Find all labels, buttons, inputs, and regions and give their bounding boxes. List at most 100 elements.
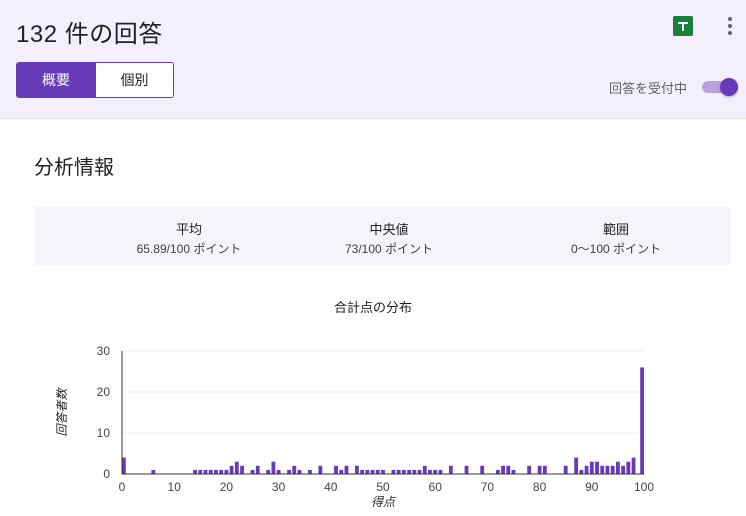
chart-bar xyxy=(600,465,605,474)
stat-average: 平均 65.89/100 ポイント xyxy=(89,219,289,257)
chart-bar xyxy=(589,461,594,474)
chart-bar xyxy=(595,461,599,474)
chart-bar xyxy=(621,465,626,474)
chart-bar xyxy=(438,469,443,474)
y-tick-label: 30 xyxy=(97,344,111,358)
chart-bar xyxy=(631,457,636,474)
chart-bar xyxy=(297,469,302,474)
x-tick-label: 80 xyxy=(533,480,547,494)
chart-bar xyxy=(433,469,438,474)
chart-bar xyxy=(542,465,547,474)
chart-bar xyxy=(122,457,126,474)
chart-bar xyxy=(344,465,349,474)
chart-bar xyxy=(365,469,370,474)
stat-average-value: 65.89/100 ポイント xyxy=(136,242,242,256)
chart-bar xyxy=(151,469,156,474)
chart-bar xyxy=(506,465,511,474)
insights-title: 分析情報 xyxy=(34,157,114,179)
chart-bar xyxy=(422,465,427,474)
chart-bar xyxy=(360,469,365,474)
chart-bar xyxy=(266,469,271,474)
chart-bar xyxy=(417,469,422,474)
chart-bar xyxy=(401,469,406,474)
stats-panel: 平均 65.89/100 ポイント 中央値 73/100 ポイント 範囲 0〜1… xyxy=(34,207,731,265)
chart-bar xyxy=(198,469,203,474)
google-sheets-icon[interactable] xyxy=(673,16,693,36)
chart-bar xyxy=(501,465,505,474)
stat-median-value: 73/100 ポイント xyxy=(344,242,434,256)
chart-bar xyxy=(240,465,244,474)
stat-range: 範囲 0〜100 ポイント xyxy=(516,219,716,257)
chart-bar xyxy=(203,469,208,474)
chart-bar xyxy=(219,469,224,474)
chart-bar xyxy=(308,469,312,474)
chart-bar xyxy=(287,469,291,474)
chart-bar xyxy=(584,465,589,474)
chart-bar xyxy=(480,465,485,474)
chart-bar xyxy=(375,469,380,474)
x-tick-label: 40 xyxy=(324,480,338,494)
chart-bar xyxy=(640,367,644,474)
x-axis-title: 得点 xyxy=(371,495,397,509)
stat-median-label: 中央値 xyxy=(369,222,409,237)
stat-average-label: 平均 xyxy=(175,222,202,237)
x-tick-label: 10 xyxy=(168,480,182,494)
chart-bar xyxy=(318,465,323,474)
chart-bar xyxy=(334,465,338,474)
x-tick-label: 30 xyxy=(272,480,286,494)
chart-bar xyxy=(407,469,411,474)
stat-median: 中央値 73/100 ポイント xyxy=(289,219,489,257)
chart-bar xyxy=(214,469,218,474)
tab-summary[interactable]: 概要 xyxy=(17,63,95,97)
y-tick-label: 10 xyxy=(97,426,111,440)
chart-bar xyxy=(271,461,276,474)
chart-bar xyxy=(464,465,469,474)
chart-bar xyxy=(448,465,453,474)
chart-bar xyxy=(605,465,610,474)
chart-bar xyxy=(495,469,500,474)
y-tick-label: 20 xyxy=(97,385,111,399)
chart-bar xyxy=(391,469,396,474)
chart-bar xyxy=(579,469,584,474)
chart-bar xyxy=(610,465,615,474)
chart-bar xyxy=(292,465,297,474)
chart-bar xyxy=(224,469,229,474)
x-tick-label: 60 xyxy=(429,480,443,494)
toggle-knob xyxy=(720,78,738,96)
chart-bar xyxy=(355,465,359,474)
chart-bar xyxy=(527,465,532,474)
chart-bar xyxy=(511,469,516,474)
form-header: 132 件の回答 概要 個別 回答を受付中 xyxy=(0,0,746,119)
tab-individual[interactable]: 個別 xyxy=(95,63,173,97)
x-tick-label: 0 xyxy=(119,480,126,494)
chart-bar xyxy=(250,469,255,474)
chart-bar xyxy=(428,469,432,474)
chart-bar xyxy=(563,465,568,474)
chart-bar xyxy=(537,465,542,474)
accepting-responses-toggle[interactable] xyxy=(702,78,738,96)
score-distribution-chart: 0 10 20 30 0 10 20 30 40 50 60 70 80 90 100 得点 回答者数 xyxy=(55,344,654,509)
chart-bar xyxy=(626,461,631,474)
stat-range-value: 0〜100 ポイント xyxy=(570,242,662,256)
more-vert-icon[interactable] xyxy=(720,14,740,38)
chart-bar xyxy=(276,469,281,474)
chart-bar xyxy=(574,457,579,474)
x-tick-label: 70 xyxy=(481,480,495,494)
chart-bar xyxy=(370,469,375,474)
chart-bar xyxy=(339,469,344,474)
chart-bar xyxy=(229,465,234,474)
response-count-title: 132 件の回答 xyxy=(16,21,163,48)
chart-bar xyxy=(255,465,260,474)
chart-title: 合計点の分布 xyxy=(333,300,412,315)
y-axis-title: 回答者数 xyxy=(55,387,69,437)
chart-bar xyxy=(381,469,385,474)
stat-range-label: 範囲 xyxy=(602,222,629,237)
chart-bar xyxy=(412,469,417,474)
chart-bar xyxy=(396,469,401,474)
chart-bar xyxy=(208,469,213,474)
x-tick-label: 100 xyxy=(634,480,654,494)
x-tick-label: 90 xyxy=(585,480,599,494)
chart-bar xyxy=(234,461,239,474)
accepting-responses-label: 回答を受付中 xyxy=(609,81,688,96)
x-tick-label: 50 xyxy=(376,480,390,494)
